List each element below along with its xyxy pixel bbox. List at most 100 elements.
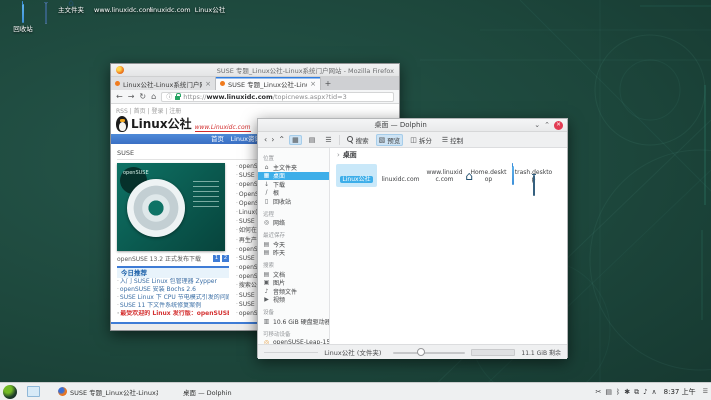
home-button[interactable]: ⌂ bbox=[151, 92, 156, 102]
firefox-icon bbox=[116, 66, 124, 74]
pagination-2[interactable]: 2 bbox=[222, 255, 229, 262]
places-item-home[interactable]: ⌂主文件夹 bbox=[258, 163, 329, 172]
places-item-desktop-selected[interactable]: ▦桌面 bbox=[258, 172, 329, 181]
pagination-1[interactable]: 1 bbox=[213, 255, 220, 262]
volume-icon[interactable]: ♪ bbox=[643, 387, 647, 397]
firefox-titlebar[interactable]: SUSE 专题_Linux公社-Linux系统门户网站 - Mozilla Fi… bbox=[111, 64, 399, 77]
places-item-harddisk[interactable]: ▥10.6 GiB 硬盘驱动器 bbox=[258, 317, 329, 326]
site-info-icon[interactable]: ⓘ bbox=[166, 92, 172, 101]
file-item-home-desktop[interactable]: ⌂ Home.desktop bbox=[468, 164, 509, 187]
places-label: 今天 bbox=[273, 240, 285, 249]
zoom-slider[interactable] bbox=[393, 347, 465, 357]
preview-button[interactable]: ▧预览 bbox=[376, 134, 404, 146]
places-item-yesterday[interactable]: ▤昨天 bbox=[258, 249, 329, 258]
places-label: 图片 bbox=[273, 279, 285, 288]
opensuse-box-image[interactable]: openSUSE bbox=[117, 163, 225, 251]
dolphin-app-icon bbox=[262, 122, 271, 129]
up-button[interactable]: ⌃ bbox=[278, 134, 285, 146]
recommend-link[interactable]: ·SUSE 11 下文件系统修复案例 bbox=[117, 302, 229, 310]
home-icon: ⌂ bbox=[263, 164, 270, 171]
slider-track bbox=[393, 352, 465, 354]
recommend-link[interactable]: ·SUSE Linux 下 CPU 节电模式引发的问题 bbox=[117, 294, 229, 302]
back-button[interactable]: ← bbox=[116, 92, 123, 102]
site-topbar-links[interactable]: RSS | 首页 | 登录 | 注册 bbox=[111, 104, 399, 113]
places-label: 回收站 bbox=[273, 197, 291, 206]
taskbar-task-dolphin[interactable]: 桌面 — Dolphin bbox=[166, 384, 236, 400]
image-caption-link[interactable]: openSUSE 13.2 正式发布下载 bbox=[117, 254, 211, 263]
forward-button[interactable]: → bbox=[128, 92, 135, 102]
file-item-linux-gongshe-selected[interactable]: Linux公社 bbox=[336, 164, 377, 187]
file-item-linuxidc[interactable]: linuxidc.com bbox=[380, 164, 421, 187]
display-icon[interactable]: ⧉ bbox=[634, 387, 639, 397]
search-button[interactable]: 搜索 bbox=[344, 134, 372, 146]
panel-settings-icon[interactable]: ☰ bbox=[703, 388, 708, 395]
input-method-icon[interactable]: ✱ bbox=[624, 387, 630, 397]
tray-expand-icon[interactable]: ∧ bbox=[652, 387, 657, 397]
recommend-link-highlight[interactable]: ·最受欢迎的 Linux 发行版：openSUSE 11. bbox=[117, 310, 229, 318]
bullet: · bbox=[236, 200, 238, 207]
home-emblem-icon: ⌂ bbox=[68, 0, 74, 9]
places-item-trash[interactable]: ▯回收站 bbox=[258, 197, 329, 206]
bullet: · bbox=[236, 310, 238, 317]
recommend-link[interactable]: ·openSUSE 安装 Bochs 2.6 bbox=[117, 286, 229, 294]
recommend-link[interactable]: ·入门 SUSE Linux 包管理器 Zypper bbox=[117, 278, 229, 286]
url-bar[interactable]: ⓘ https://www.linuxidc.com/topicnews.asp… bbox=[161, 92, 394, 102]
application-launcher-icon[interactable] bbox=[3, 385, 17, 399]
dvd-disc-icon: ◎ bbox=[263, 339, 270, 344]
firefox-tab-strip: Linux公社-Linux系统门户网 × SUSE 专题_Linux公社-Lin… bbox=[111, 77, 399, 90]
bluetooth-icon[interactable]: ᛒ bbox=[616, 387, 620, 397]
minimize-button[interactable]: ⌄ bbox=[534, 121, 540, 130]
view-details-button[interactable]: ☰ bbox=[322, 135, 334, 145]
places-item-audio[interactable]: ♪音频文件 bbox=[258, 287, 329, 296]
control-button[interactable]: ☰控制 bbox=[439, 134, 466, 146]
places-item-network[interactable]: ◎网络 bbox=[258, 219, 329, 228]
root-icon: / bbox=[263, 189, 270, 196]
desktop-icon-linux-gongshe[interactable]: Linux公社 bbox=[187, 4, 233, 14]
dolphin-file-view: › 桌面 Linux公社 linuxidc.com www.linuxidc.c… bbox=[330, 148, 567, 344]
url-scheme: https:// bbox=[183, 93, 206, 101]
clock[interactable]: 8:37 上午 bbox=[664, 387, 696, 397]
klipper-icon[interactable]: ✂ bbox=[595, 387, 601, 397]
close-button[interactable]: ✕ bbox=[554, 121, 563, 130]
box-brand-text: openSUSE bbox=[123, 170, 149, 176]
places-item-documents[interactable]: ▤文档 bbox=[258, 270, 329, 279]
taskbar-task-firefox[interactable]: SUSE 专题_Linux公社-Linux系统门... bbox=[54, 384, 162, 400]
breadcrumb[interactable]: › 桌面 bbox=[330, 148, 567, 161]
desktop-icon-www-linuxidc[interactable]: www.linuxidc.com bbox=[94, 4, 140, 14]
dolphin-titlebar[interactable]: 桌面 — Dolphin ⌄ ⌃ ✕ bbox=[258, 119, 567, 132]
desktop: 回收站 ⌂ 主文件夹 www.linuxidc.com linuxidc.com… bbox=[0, 0, 711, 400]
chevron-right-icon: › bbox=[337, 151, 340, 159]
places-label: openSUSE-Leap-15.1-DVD bbox=[273, 339, 329, 344]
back-button[interactable]: ‹ bbox=[264, 134, 267, 146]
virtual-desktop-pager[interactable] bbox=[27, 386, 40, 397]
places-item-downloads[interactable]: ↓下载 bbox=[258, 180, 329, 189]
file-item-trash-desktop[interactable]: trash.desktop bbox=[512, 164, 553, 187]
places-item-root[interactable]: /根 bbox=[258, 189, 329, 198]
new-tab-button[interactable]: + bbox=[321, 77, 335, 90]
tab-close-icon[interactable]: × bbox=[205, 80, 211, 88]
tab-close-icon[interactable]: × bbox=[310, 80, 316, 88]
places-item-today[interactable]: ▤今天 bbox=[258, 240, 329, 249]
home-emblem-icon: ⌂ bbox=[465, 170, 473, 182]
forward-button[interactable]: › bbox=[271, 134, 274, 146]
desktop-icon-trash[interactable]: 回收站 bbox=[0, 4, 46, 33]
desktop-icon-home[interactable]: ⌂ 主文件夹 bbox=[48, 4, 94, 14]
places-item-videos[interactable]: ▶视频 bbox=[258, 296, 329, 305]
trash-emblem-icon bbox=[45, 3, 47, 24]
places-panel: 位置 ⌂主文件夹 ▦桌面 ↓下载 /根 ▯回收站 远程 ◎网络 最近保存 ▤今天… bbox=[258, 148, 330, 344]
view-icons-button[interactable]: ▦ bbox=[289, 135, 302, 145]
places-item-dvd[interactable]: ◎openSUSE-Leap-15.1-DVD bbox=[258, 339, 329, 345]
browser-tab-2-active[interactable]: SUSE 专题_Linux公社-Linu × bbox=[216, 77, 321, 90]
cd-disc-graphic bbox=[127, 179, 185, 237]
view-compact-button[interactable]: ▤ bbox=[306, 135, 319, 145]
browser-tab-1[interactable]: Linux公社-Linux系统门户网 × bbox=[111, 77, 216, 90]
search-label: 搜索 bbox=[356, 135, 369, 145]
notes-icon[interactable]: ▤ bbox=[605, 387, 612, 397]
selection-info: Linux公社 (文件夹) bbox=[324, 347, 381, 357]
file-item-www-linuxidc[interactable]: www.linuxidc.com bbox=[424, 164, 465, 187]
reload-button[interactable]: ↻ bbox=[139, 92, 146, 102]
maximize-button[interactable]: ⌃ bbox=[544, 121, 550, 130]
slider-knob[interactable] bbox=[417, 348, 425, 356]
split-button[interactable]: ◫拆分 bbox=[407, 134, 435, 146]
places-item-images[interactable]: ▣图片 bbox=[258, 279, 329, 288]
